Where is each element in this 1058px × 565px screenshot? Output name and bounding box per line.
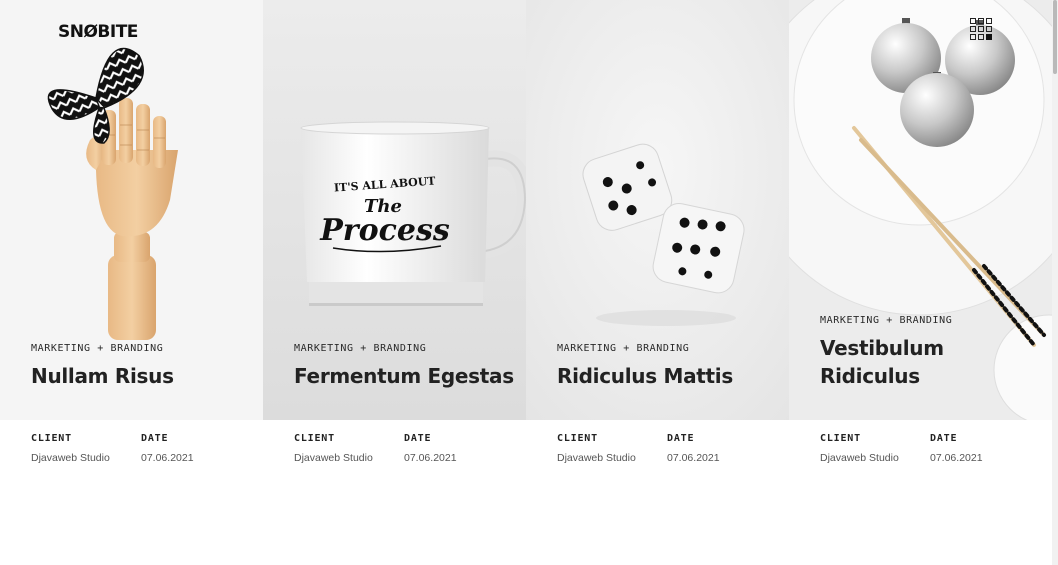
project-image-dice[interactable]: MARKETING + BRANDING Ridiculus Mattis [526,0,789,420]
project-category: MARKETING + BRANDING [820,315,953,326]
project-grid: MARKETING + BRANDING Nullam Risus CLIENT… [0,0,1052,565]
project-card[interactable]: MARKETING + BRANDING Nullam Risus CLIENT… [0,0,263,565]
date-value: 07.06.2021 [141,452,194,464]
project-meta: CLIENT Djavaweb Studio DATE 07.06.2021 [31,433,251,464]
client-label: CLIENT [31,433,72,444]
date-value: 07.06.2021 [667,452,720,464]
project-title[interactable]: Nullam Risus [31,362,253,390]
client-value: Djavaweb Studio [31,452,110,464]
project-category: MARKETING + BRANDING [294,343,427,354]
project-category: MARKETING + BRANDING [557,343,690,354]
brand-logo[interactable]: SNØBITE [58,22,138,42]
project-card[interactable]: IT'S ALL ABOUT The Process MARKETING + B… [263,0,526,565]
project-image-hand[interactable]: MARKETING + BRANDING Nullam Risus [0,0,263,420]
date-label: DATE [404,433,432,444]
client-value: Djavaweb Studio [820,452,899,464]
date-value: 07.06.2021 [930,452,983,464]
grid-menu-icon [970,18,992,40]
project-caption: MARKETING + BRANDING Nullam Risus [31,343,253,390]
client-value: Djavaweb Studio [294,452,373,464]
project-title[interactable]: Ridiculus Mattis [557,362,779,390]
project-caption: MARKETING + BRANDING Vestibulum Ridiculu… [820,315,1042,390]
grid-menu-button[interactable] [970,18,992,40]
project-title[interactable]: Fermentum Egestas [294,362,516,390]
client-label: CLIENT [294,433,335,444]
project-meta: CLIENT Djavaweb Studio DATE 07.06.2021 [557,433,777,464]
mug-text-line3: Process [319,213,450,248]
project-card[interactable]: MARKETING + BRANDING Vestibulum Ridiculu… [789,0,1052,565]
project-category: MARKETING + BRANDING [31,343,164,354]
project-image-mug[interactable]: IT'S ALL ABOUT The Process MARKETING + B… [263,0,526,420]
page-scrollbar[interactable] [1052,0,1058,565]
client-value: Djavaweb Studio [557,452,636,464]
project-caption: MARKETING + BRANDING Fermentum Egestas [294,343,516,390]
project-image-plate[interactable]: MARKETING + BRANDING Vestibulum Ridiculu… [789,0,1052,420]
project-title[interactable]: Vestibulum Ridiculus [820,334,1042,390]
date-value: 07.06.2021 [404,452,457,464]
page: MARKETING + BRANDING Nullam Risus CLIENT… [0,0,1058,565]
scrollbar-thumb[interactable] [1053,0,1057,74]
date-label: DATE [141,433,169,444]
client-label: CLIENT [820,433,861,444]
project-card[interactable]: MARKETING + BRANDING Ridiculus Mattis CL… [526,0,789,565]
date-label: DATE [930,433,958,444]
project-meta: CLIENT Djavaweb Studio DATE 07.06.2021 [294,433,514,464]
client-label: CLIENT [557,433,598,444]
date-label: DATE [667,433,695,444]
project-caption: MARKETING + BRANDING Ridiculus Mattis [557,343,779,390]
project-meta: CLIENT Djavaweb Studio DATE 07.06.2021 [820,433,1040,464]
